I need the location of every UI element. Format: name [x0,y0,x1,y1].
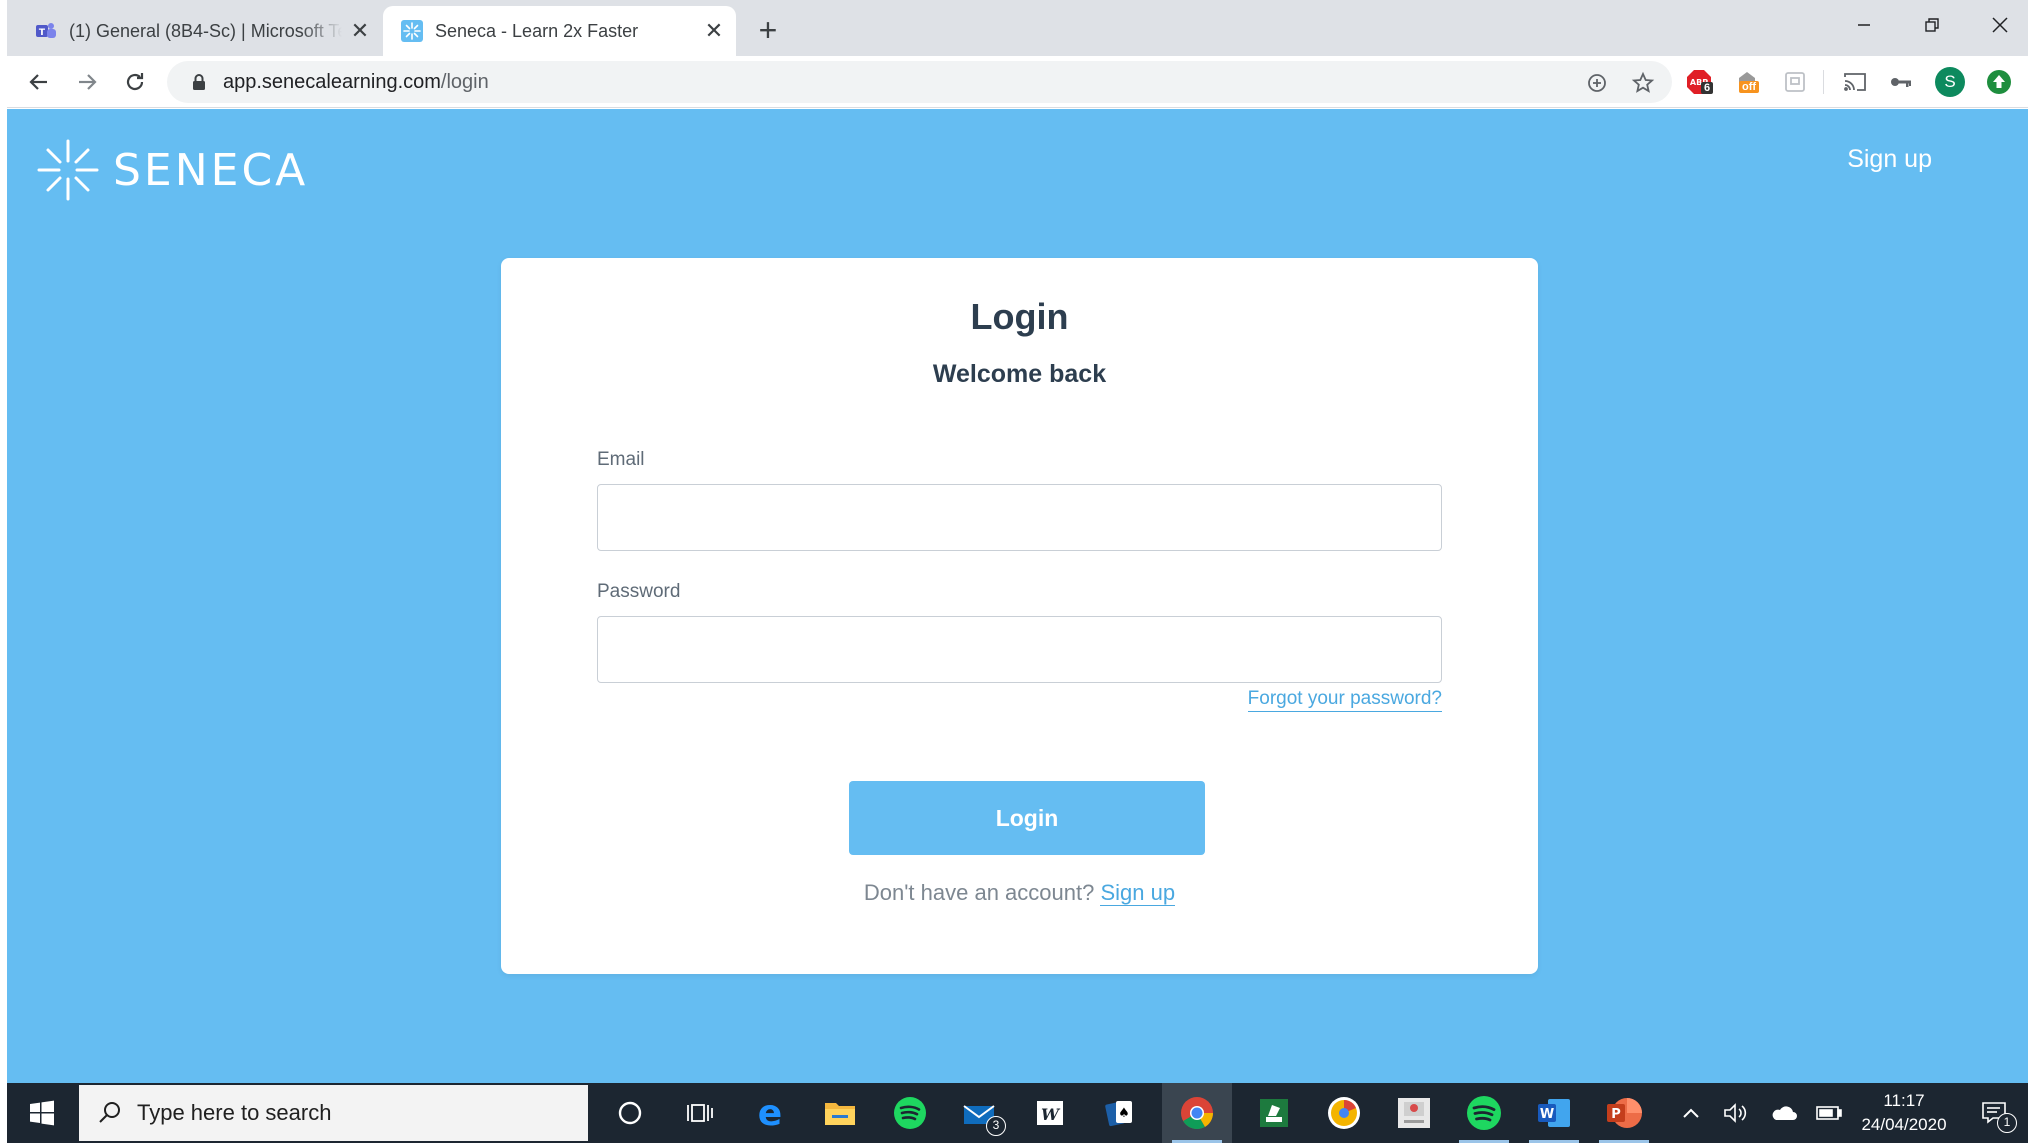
mail-badge: 3 [986,1116,1006,1136]
svg-text:e: e [758,1096,782,1130]
powerpoint-icon[interactable]: P [1589,1083,1659,1143]
password-field[interactable] [597,616,1442,683]
card-signup-link[interactable]: Sign up [1100,880,1176,906]
reload-icon[interactable] [117,64,153,100]
solitaire-icon[interactable]: ♠ [1085,1083,1155,1143]
tab-title: (1) General (8B4-Sc) | Microsoft Teams [69,20,342,41]
volume-icon[interactable] [1715,1083,1755,1143]
taskbar-clock[interactable]: 11:17 24/04/2020 [1849,1089,1959,1137]
url-host: app.senecalearning.com [223,70,441,93]
battery-icon[interactable] [1809,1083,1849,1143]
email-label: Email [597,449,645,470]
honey-badge: off [1739,81,1760,93]
login-card: Login Welcome back Email Password Forgot… [501,258,1538,974]
update-icon[interactable] [1985,68,2013,96]
tab-microsoft-teams[interactable]: T (1) General (8B4-Sc) | Microsoft Teams… [17,6,382,56]
profile-avatar[interactable]: S [1935,67,1965,97]
header-signup-link[interactable]: Sign up [1847,145,1932,174]
svg-text:P: P [1611,1107,1621,1122]
spotify-icon[interactable] [875,1083,945,1143]
seneca-logo[interactable]: SENECA [37,139,308,201]
search-icon [99,1102,120,1123]
close-window-icon[interactable] [1966,0,2028,50]
profile-initial: S [1935,67,1965,97]
seneca-login-page: SENECA Sign up Login Welcome back Email … [7,109,2028,1083]
new-tab-button[interactable]: + [747,10,789,52]
restore-icon[interactable] [1898,0,1966,50]
address-bar[interactable]: app.senecalearning.com/login [167,61,1672,103]
clock-time: 11:17 [1883,1091,1925,1110]
key-icon[interactable] [1887,68,1915,96]
url-path: /login [440,70,489,93]
password-label: Password [597,581,681,602]
toolbar-divider [1823,70,1824,94]
browser-toolbar: app.senecalearning.com/login ABP 6 off S [7,56,2028,108]
onedrive-cloud-icon[interactable] [1763,1083,1803,1143]
task-view-icon[interactable] [665,1083,735,1143]
search-placeholder: Type here to search [137,1100,332,1125]
file-explorer-icon[interactable] [805,1083,875,1143]
tab-seneca[interactable]: Seneca - Learn 2x Faster ✕ [383,6,736,56]
spotify-app-icon[interactable] [1449,1083,1519,1143]
forward-icon[interactable] [69,64,105,100]
clock-date: 24/04/2020 [1861,1115,1947,1134]
mail-icon[interactable]: 3 [945,1083,1015,1143]
tab-title: Seneca - Learn 2x Faster [435,20,639,41]
teams-icon: T [36,23,56,38]
browser-tab-strip: T (1) General (8B4-Sc) | Microsoft Teams… [7,0,2028,56]
lock-icon [193,74,205,90]
chrome-icon[interactable] [1162,1083,1232,1143]
chrome-app-icon[interactable] [1309,1083,1379,1143]
windows-logo-icon [30,1100,54,1126]
pocket-extension-icon[interactable] [1781,68,1809,96]
edge-icon[interactable]: e [735,1083,805,1143]
login-title: Login [970,296,1069,337]
windows-taskbar: Type here to search e 3 W ♠ W P 11:17 24… [7,1083,2028,1143]
honey-extension-icon[interactable]: off [1733,68,1761,96]
action-center-icon[interactable]: 1 [1967,1083,2023,1143]
svg-text:W: W [1041,1105,1061,1124]
show-hidden-icons-chevron-up-icon[interactable] [1671,1083,1711,1143]
seneca-star-icon [37,139,99,201]
svg-text:W: W [1540,1107,1554,1122]
classroom-app-icon[interactable] [1239,1083,1309,1143]
install-app-icon[interactable] [1585,71,1609,95]
word-icon[interactable]: W [1519,1083,1589,1143]
cast-icon[interactable] [1841,68,1869,96]
cortana-icon[interactable] [595,1083,665,1143]
adblock-extension-icon[interactable]: ABP 6 [1685,68,1714,96]
forgot-password-link[interactable]: Forgot your password? [1247,688,1442,712]
logo-text: SENECA [113,144,309,196]
no-account-text: Don't have an account? [863,880,1095,905]
bookmark-star-icon[interactable] [1631,71,1655,95]
close-tab-icon[interactable]: ✕ [696,18,732,44]
back-icon[interactable] [21,64,57,100]
close-tab-icon[interactable]: ✕ [342,18,378,44]
adblock-badge: 6 [1701,82,1714,94]
wordpad-icon[interactable]: W [1015,1083,1085,1143]
taskbar-search[interactable]: Type here to search [79,1085,588,1141]
email-field[interactable] [597,484,1442,551]
notification-badge: 1 [1997,1113,2017,1133]
no-account-row: Don't have an account? Sign up [501,880,1538,906]
screenshot-tool-icon[interactable] [1379,1083,1449,1143]
login-subtitle: Welcome back [932,360,1107,388]
url-text: app.senecalearning.com/login [223,71,489,94]
seneca-favicon-icon [401,20,423,42]
start-button[interactable] [7,1083,77,1143]
svg-text:T: T [39,28,46,38]
login-button[interactable]: Login [849,781,1205,855]
window-edge [0,0,7,1143]
minimize-icon[interactable] [1830,0,1898,50]
svg-text:♠: ♠ [1118,1106,1130,1121]
